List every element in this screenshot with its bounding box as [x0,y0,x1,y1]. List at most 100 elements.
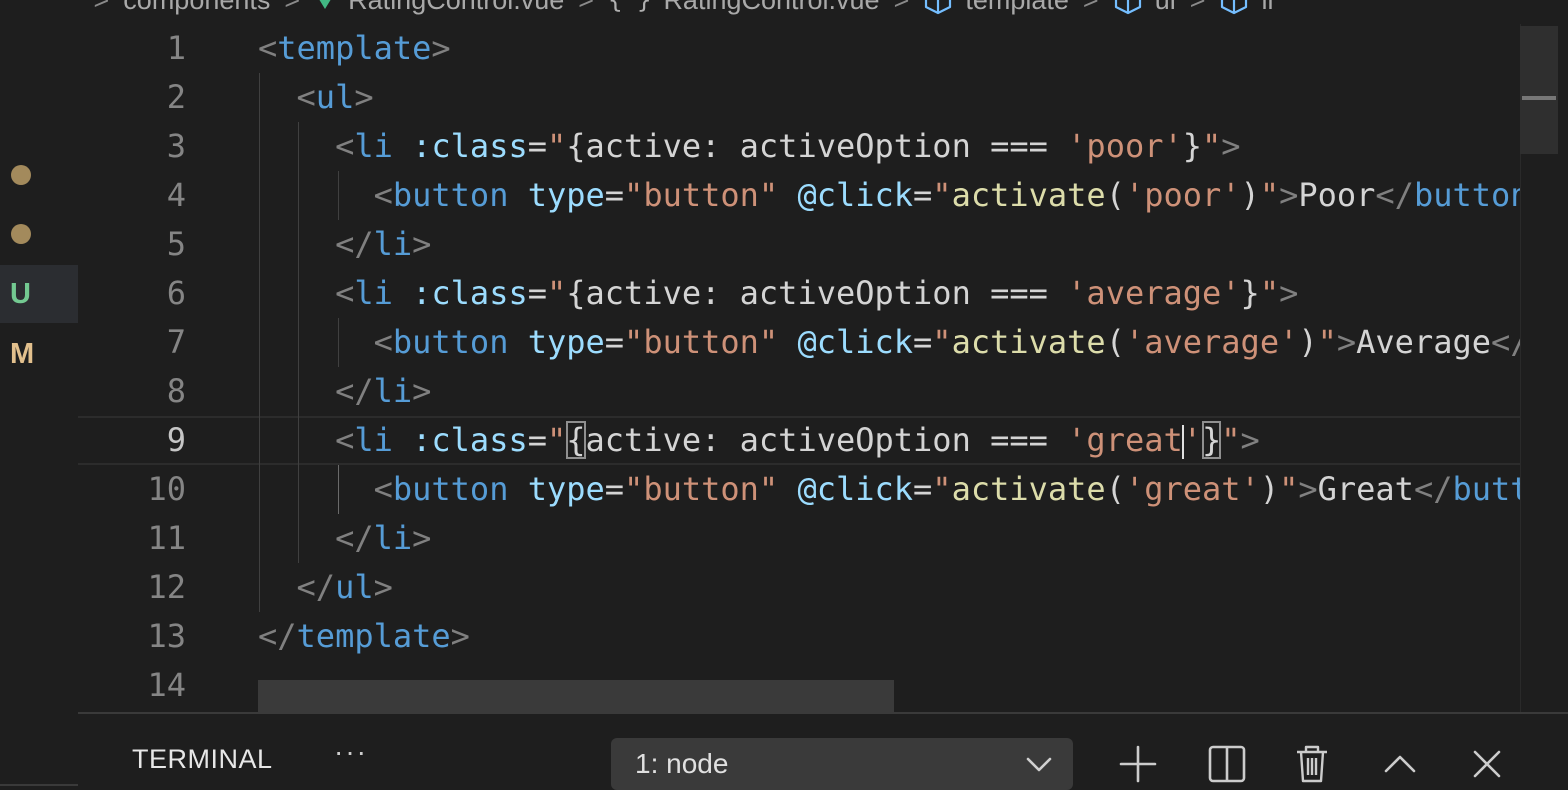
code-token: } [1182,127,1203,165]
code-token: type [527,470,605,508]
vertical-scrollbar-thumb[interactable] [1520,26,1558,154]
code-text: </template> [258,612,470,661]
line-number: 8 [166,372,186,410]
close-panel-button[interactable] [1467,744,1507,784]
code-token: li [373,372,413,410]
panel-more-actions-button[interactable]: ··· [334,736,368,768]
code-token: {active: activeOption === [566,274,1068,312]
code-token: < [335,421,355,459]
code-token: ) [1298,323,1318,361]
vscode-window: ...TE...>components>RatingControl.vue>{ … [0,0,1568,790]
split-icon [1208,745,1246,783]
kill-terminal-button[interactable] [1292,744,1332,784]
code-token: "button" [624,323,779,361]
code-line[interactable]: 9 <li :class="{active: activeOption === … [78,416,1520,465]
scm-decoration-row[interactable] [0,205,78,263]
breadcrumb-item[interactable]: li [1219,0,1273,16]
code-token: li [354,127,393,165]
code-line[interactable]: 8 </li> [78,367,1520,416]
breadcrumb-item[interactable]: components [123,0,270,16]
split-terminal-button[interactable] [1207,744,1247,784]
code-token: " [1259,274,1280,312]
line-number: 6 [166,274,186,312]
code-token: activate [951,323,1106,361]
code-token: ( [1105,470,1125,508]
code-token: button [1413,176,1520,214]
breadcrumb-label: template [965,0,1069,16]
code-token: " [1279,470,1299,508]
code-text: <ul> [258,73,374,122]
code-text: <li :class="{active: activeOption === 'g… [258,418,1260,463]
tab-terminal[interactable]: TERMINAL [132,744,273,775]
plus-icon [1119,745,1157,783]
scm-decoration-row[interactable]: U [0,265,78,323]
code-token: > [1336,323,1357,361]
code-token: = [913,323,933,361]
code-line[interactable]: 2 <ul> [78,73,1520,122]
code-token: @click [797,470,914,508]
code-token: template [296,617,451,655]
code-token: > [431,29,451,67]
code-token: < [373,176,393,214]
code-editor[interactable]: 1 <template> 2 <ul> 3 <li :class="{active: … [78,24,1520,712]
code-text: <template> [258,24,451,73]
code-line[interactable]: 13 </template> [78,612,1520,661]
code-token: > [412,225,432,263]
horizontal-scrollbar-thumb[interactable] [258,680,894,712]
indent-guide [338,318,339,367]
modified-dot-icon [11,224,31,244]
line-number: 2 [166,78,186,116]
terminal-select[interactable]: 1: node [611,738,1073,790]
breadcrumb-label: RatingControl.vue [348,0,564,16]
breadcrumb-separator: > [94,0,110,16]
breadcrumb-item[interactable]: ul [1113,0,1176,16]
code-token: activate [951,176,1106,214]
code-token: < [373,470,393,508]
code-token: 'average' [1124,323,1299,361]
code-token: < [258,29,278,67]
indent-guide [338,171,339,220]
breadcrumb-item[interactable]: RatingControl.vue [314,0,564,16]
code-line[interactable]: 6 <li :class="{active: activeOption === … [78,269,1520,318]
scm-decoration-row[interactable] [0,146,78,204]
code-text: <button type="button" @click="activate('… [258,465,1520,514]
scm-decoration-row[interactable]: M [0,325,78,383]
code-line[interactable]: 11 </li> [78,514,1520,563]
trash-icon [1293,744,1331,784]
code-line[interactable]: 10 <button type="button" @click="activat… [78,465,1520,514]
code-text: <li :class="{active: activeOption === 'p… [258,122,1241,171]
code-token: type [527,176,605,214]
code-token: </ [296,568,336,606]
code-token: </ [258,617,297,655]
code-token: button [1452,470,1520,508]
maximize-panel-button[interactable] [1380,744,1420,784]
code-token: button [392,470,509,508]
code-line[interactable]: 3 <li :class="{active: activeOption === … [78,122,1520,171]
code-line[interactable]: 1 <template> [78,24,1520,73]
code-token: </ [1413,470,1453,508]
breadcrumb-label: RatingControl.vue [663,0,879,16]
code-line[interactable]: 12 </ul> [78,563,1520,612]
new-terminal-button[interactable] [1118,744,1158,784]
code-line[interactable]: 5 </li> [78,220,1520,269]
code-token: " [1202,127,1222,165]
code-token: "button" [624,470,779,508]
breadcrumb-label: ul [1155,0,1176,16]
breadcrumb-item[interactable]: template [923,0,1069,16]
code-token: ul [315,78,355,116]
code-text: </li> [258,367,431,416]
code-line[interactable]: 4 <button type="button" @click="activate… [78,171,1520,220]
code-token: > [1221,127,1241,165]
code-token: :class [412,274,528,312]
code-token: 'poor' [1067,127,1183,165]
code-token: 'great' [1124,470,1260,508]
code-token: = [913,176,933,214]
line-number: 14 [147,666,186,704]
code-line[interactable]: 7 <button type="button" @click="activate… [78,318,1520,367]
breadcrumb-item[interactable]: { } RatingControl.vue [608,0,879,16]
